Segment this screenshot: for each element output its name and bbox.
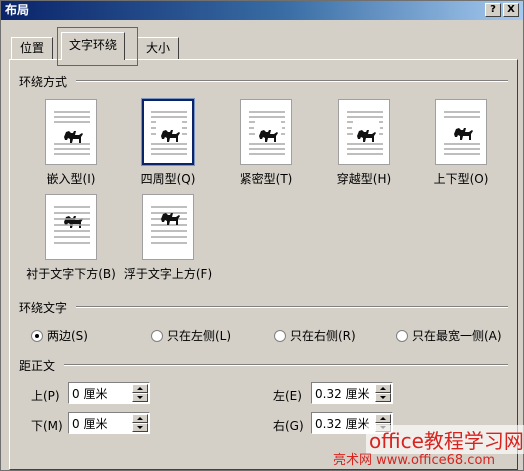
distance-bottom-input[interactable] [69,413,127,433]
wrap-text-divider [76,306,508,308]
wrap-option-square[interactable]: 四周型(Q) [113,98,223,187]
spin-up-icon[interactable] [132,384,148,393]
distance-group-label: 距正文 [19,357,60,374]
distance-right-input[interactable] [312,413,370,433]
radio-indicator [31,329,43,342]
radio-largest-only[interactable]: 只在最宽一侧(A) [396,327,502,344]
distance-divider [64,364,508,366]
spinner-buttons [132,384,148,402]
tab-size[interactable]: 大小 [137,37,180,59]
distance-bottom-spinner[interactable] [68,412,150,434]
wrap-text-group-label: 环绕文字 [19,299,72,316]
spin-down-icon[interactable] [132,423,148,432]
behind-text-icon [45,194,97,260]
square-wrap-icon [141,98,195,166]
radio-label: 两边(S) [47,329,88,343]
distance-left-spinner[interactable] [311,382,393,404]
spin-up-icon[interactable] [375,414,391,423]
tab-position[interactable]: 位置 [11,37,54,59]
layout-dialog: 布局 ? X 位置 文字环绕 大小 环绕方式 嵌入型(I) 四周型(Q) 紧密型… [0,0,524,471]
radio-right-only[interactable]: 只在右侧(R) [274,327,356,344]
wrap-option-behind-text[interactable]: 衬于文字下方(B) [16,194,126,282]
wrap-option-label: 浮于文字上方(F) [123,267,213,281]
wrap-option-label: 上下型(O) [433,172,489,186]
wrap-style-group-label: 环绕方式 [19,73,72,90]
close-button[interactable]: X [503,3,519,17]
dog-picture-icon [64,216,83,228]
distance-left-label: 左(E) [273,389,302,403]
distance-top-spinner[interactable] [68,382,150,404]
dog-picture-icon [161,130,180,142]
dialog-title: 布局 [5,3,30,17]
distance-left-input[interactable] [312,383,370,403]
radio-indicator [396,329,408,342]
help-button[interactable]: ? [485,3,501,17]
tight-wrap-icon [240,99,292,165]
radio-left-only[interactable]: 只在左侧(L) [151,327,231,344]
dog-picture-icon [64,131,83,143]
dog-picture-icon [259,130,278,142]
wrap-option-through[interactable]: 穿越型(H) [309,99,419,187]
wrap-option-label: 衬于文字下方(B) [26,267,116,281]
wrap-option-top-bottom[interactable]: 上下型(O) [406,99,516,187]
wrap-option-in-front-of-text[interactable]: 浮于文字上方(F) [113,194,223,282]
distance-top-input[interactable] [69,383,127,403]
radio-label: 只在左侧(L) [167,329,232,343]
radio-indicator [151,329,163,342]
wrap-option-label: 四周型(Q) [140,172,196,186]
spin-down-icon[interactable] [375,393,391,402]
dog-picture-icon [161,213,180,225]
watermark-url-text: 亮术网 www.office68.com [333,453,496,468]
tab-text-wrapping-label: 文字环绕 [69,38,118,52]
wrap-option-label: 穿越型(H) [336,172,392,186]
wrap-option-tight[interactable]: 紧密型(T) [211,99,321,187]
inline-wrap-icon [45,99,97,165]
radio-label: 只在右侧(R) [290,329,356,343]
spin-up-icon[interactable] [132,414,148,423]
spinner-buttons [132,414,148,432]
wrap-option-label: 嵌入型(I) [46,172,96,186]
distance-bottom-label: 下(M) [31,419,63,433]
spinner-buttons [375,384,391,402]
distance-top-label: 上(P) [31,389,60,403]
tab-position-label: 位置 [20,41,45,55]
spin-up-icon[interactable] [375,384,391,393]
distance-right-label: 右(G) [273,419,304,433]
tab-strip: 位置 文字环绕 大小 [9,31,519,61]
in-front-text-icon [142,194,194,260]
wrap-option-inline[interactable]: 嵌入型(I) [16,99,126,187]
dog-picture-icon [357,130,376,142]
wrap-option-label: 紧密型(T) [239,172,293,186]
tab-size-label: 大小 [146,41,171,55]
top-bottom-wrap-icon [435,99,487,165]
dog-picture-icon [454,128,473,140]
title-bar: 布局 ? X [1,1,523,20]
tab-text-wrapping[interactable]: 文字环绕 [61,32,126,60]
through-wrap-icon [338,99,390,165]
radio-both-sides[interactable]: 两边(S) [31,327,88,344]
spin-down-icon[interactable] [132,393,148,402]
wrap-style-divider [76,80,508,82]
radio-indicator [274,329,286,342]
radio-label: 只在最宽一侧(A) [412,329,502,343]
